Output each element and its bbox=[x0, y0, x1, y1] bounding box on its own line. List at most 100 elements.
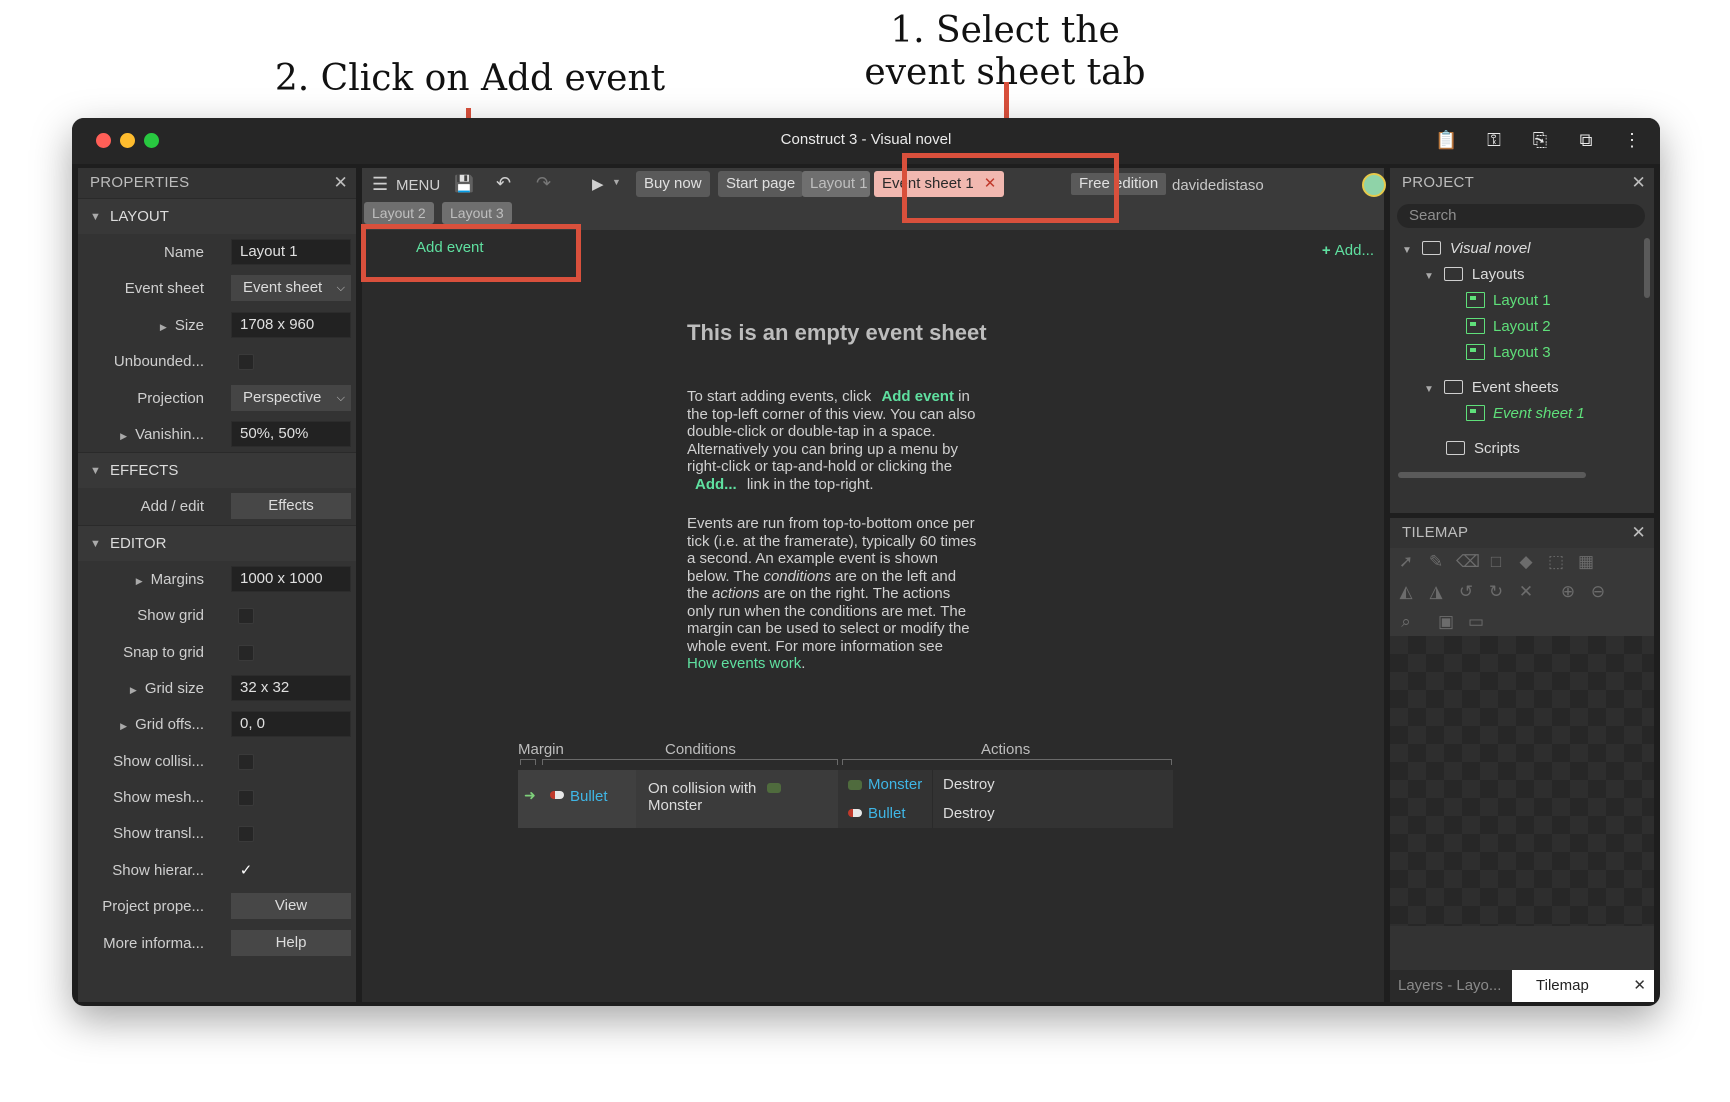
avatar[interactable] bbox=[1362, 173, 1386, 197]
show-translucent-checkbox[interactable] bbox=[238, 826, 254, 843]
save-icon[interactable]: 💾 bbox=[454, 174, 474, 194]
prop-label: Add / edit bbox=[140, 498, 204, 516]
rotate-cw-icon[interactable]: ↻ bbox=[1486, 582, 1506, 602]
tree-layout-2[interactable]: Layout 2 bbox=[1466, 318, 1551, 335]
more-options-icon[interactable]: ⋮ bbox=[1621, 129, 1643, 151]
buy-now-tab[interactable]: Buy now bbox=[636, 171, 710, 197]
zoom-out-icon[interactable]: ⊖ bbox=[1588, 582, 1608, 602]
tile-icon[interactable]: ▦ bbox=[1576, 552, 1596, 572]
rectangle-icon[interactable]: □ bbox=[1486, 552, 1506, 572]
expand-triangle-icon[interactable]: ▶ bbox=[160, 322, 167, 332]
grid-offset-field[interactable]: 0, 0 bbox=[231, 711, 351, 738]
selection-icon[interactable]: ⬚ bbox=[1546, 552, 1566, 572]
effects-button[interactable]: Effects bbox=[231, 493, 351, 520]
unbounded-checkbox[interactable] bbox=[238, 354, 254, 371]
key-icon[interactable]: ⚿ bbox=[1483, 129, 1505, 151]
rotate-ccw-icon[interactable]: ↺ bbox=[1456, 582, 1476, 602]
collapse-triangle-icon[interactable]: ▼ bbox=[1424, 271, 1434, 282]
prop-label: Show collisi... bbox=[113, 752, 204, 770]
projection-dropdown[interactable]: Perspective ⌵ bbox=[231, 384, 351, 411]
close-icon[interactable]: ✕ bbox=[1631, 518, 1646, 548]
undo-icon[interactable]: ↶ bbox=[496, 173, 511, 194]
reset-icon[interactable]: ✕ bbox=[1516, 582, 1536, 602]
eventsheet-dropdown[interactable]: Event sheet ⌵ bbox=[231, 275, 351, 302]
size-field[interactable]: 1708 x 960 bbox=[231, 311, 351, 338]
tree-event-sheet-1[interactable]: Event sheet 1 bbox=[1466, 405, 1585, 422]
event-sheet-view[interactable]: Add event + Add... This is an empty even… bbox=[362, 230, 1384, 1002]
close-icon[interactable]: ✕ bbox=[1633, 970, 1646, 1002]
tree-eventsheets-folder[interactable]: ▼ Event sheets bbox=[1424, 379, 1559, 396]
tree-scrollbar-horizontal[interactable] bbox=[1398, 472, 1586, 478]
search-icon[interactable]: ⌕ bbox=[1396, 612, 1416, 632]
hamburger-menu-icon[interactable]: ☰ bbox=[372, 174, 388, 195]
show-collision-checkbox[interactable] bbox=[238, 753, 254, 770]
layout3-tab[interactable]: Layout 3 bbox=[442, 202, 512, 224]
show-grid-checkbox[interactable] bbox=[238, 608, 254, 625]
vanishing-field[interactable]: 50%, 50% bbox=[231, 420, 351, 447]
tree-scripts-folder[interactable]: Scripts bbox=[1446, 440, 1520, 457]
tree-scrollbar-vertical[interactable] bbox=[1644, 238, 1650, 298]
add-inline-link[interactable]: Add... bbox=[695, 476, 737, 493]
save-icon[interactable]: ▣ bbox=[1436, 612, 1456, 632]
username[interactable]: davidedistaso bbox=[1172, 177, 1264, 194]
tree-layout-1[interactable]: Layout 1 bbox=[1466, 292, 1551, 309]
project-search-input[interactable]: Search bbox=[1397, 204, 1645, 228]
tilemap-canvas[interactable] bbox=[1390, 636, 1654, 926]
bullet-icon bbox=[550, 791, 564, 799]
tree-layout-3[interactable]: Layout 3 bbox=[1466, 344, 1551, 361]
addon-icon[interactable]: ⧉ bbox=[1575, 129, 1597, 151]
zoom-in-icon[interactable]: ⊕ bbox=[1558, 582, 1578, 602]
show-mesh-checkbox[interactable] bbox=[238, 790, 254, 807]
how-events-work-link[interactable]: How events work bbox=[687, 655, 801, 672]
margins-field[interactable]: 1000 x 1000 bbox=[231, 565, 351, 592]
start-page-tab[interactable]: Start page bbox=[718, 171, 804, 197]
expand-triangle-icon[interactable]: ▶ bbox=[136, 576, 143, 586]
add-event-inline-link[interactable]: Add event bbox=[881, 388, 954, 405]
pointer-icon[interactable]: ➚ bbox=[1396, 552, 1416, 572]
prop-name: Name Layout 1 bbox=[78, 234, 356, 270]
add-link[interactable]: + Add... bbox=[1322, 242, 1374, 259]
expand-triangle-icon[interactable]: ▶ bbox=[130, 685, 137, 695]
actions-header: Actions bbox=[981, 741, 1031, 758]
fill-bucket-icon[interactable]: ◆ bbox=[1516, 552, 1536, 572]
section-editor[interactable]: ▼ EDITOR bbox=[78, 524, 356, 561]
flip-vertical-icon[interactable]: ◮ bbox=[1426, 582, 1446, 602]
prop-label: More informa... bbox=[103, 934, 204, 952]
section-layout[interactable]: ▼ LAYOUT bbox=[78, 198, 356, 234]
flip-horizontal-icon[interactable]: ◭ bbox=[1396, 582, 1416, 602]
play-icon[interactable]: ▶ bbox=[592, 175, 604, 193]
layout2-tab[interactable]: Layout 2 bbox=[364, 202, 434, 224]
grid-size-field[interactable]: 32 x 32 bbox=[231, 674, 351, 701]
collapse-triangle-icon[interactable]: ▼ bbox=[1402, 245, 1412, 256]
layers-tab[interactable]: Layers - Layo... bbox=[1390, 970, 1512, 1002]
prop-label: ▶ Grid size bbox=[129, 679, 204, 697]
eraser-icon[interactable]: ⌫ bbox=[1456, 552, 1480, 572]
prop-label: Project prope... bbox=[102, 898, 204, 916]
pencil-icon[interactable]: ✎ bbox=[1426, 552, 1446, 572]
app-window: Construct 3 - Visual novel 📋 ⚿ ⎘ ⧉ ⋮ PRO… bbox=[72, 118, 1660, 1006]
prop-size: ▶ Size 1708 x 960 bbox=[78, 307, 356, 343]
expand-triangle-icon[interactable]: ▶ bbox=[120, 431, 127, 441]
help-button[interactable]: Help bbox=[231, 929, 351, 956]
folder-icon[interactable]: ▭ bbox=[1466, 612, 1486, 632]
tree-root[interactable]: ▼ Visual novel bbox=[1402, 240, 1531, 257]
close-icon[interactable]: ✕ bbox=[333, 168, 348, 198]
tree-layouts-folder[interactable]: ▼ Layouts bbox=[1424, 266, 1524, 283]
section-effects[interactable]: ▼ EFFECTS bbox=[78, 452, 356, 489]
show-hierarchy-checkbox[interactable]: ✓ bbox=[238, 863, 254, 879]
tilemap-tab[interactable]: Tilemap ✕ bbox=[1512, 970, 1654, 1002]
snap-to-grid-checkbox[interactable] bbox=[238, 644, 254, 661]
name-field[interactable]: Layout 1 bbox=[231, 239, 351, 265]
collapse-triangle-icon[interactable]: ▼ bbox=[1424, 384, 1434, 395]
clipboard-icon[interactable]: 📋 bbox=[1435, 129, 1457, 151]
chevron-down-icon[interactable]: ▼ bbox=[612, 177, 621, 187]
layout1-tab[interactable]: Layout 1 bbox=[802, 171, 870, 197]
view-button[interactable]: View bbox=[231, 893, 351, 920]
redo-icon[interactable]: ↷ bbox=[536, 173, 551, 194]
window-title: Construct 3 - Visual novel bbox=[780, 131, 952, 148]
file-export-icon[interactable]: ⎘ bbox=[1529, 129, 1551, 151]
expand-triangle-icon[interactable]: ▶ bbox=[120, 721, 127, 731]
prop-showhierar: Show hierar... ✓ bbox=[78, 852, 356, 888]
menu-button[interactable]: MENU bbox=[396, 177, 440, 194]
close-icon[interactable]: ✕ bbox=[1631, 168, 1646, 198]
